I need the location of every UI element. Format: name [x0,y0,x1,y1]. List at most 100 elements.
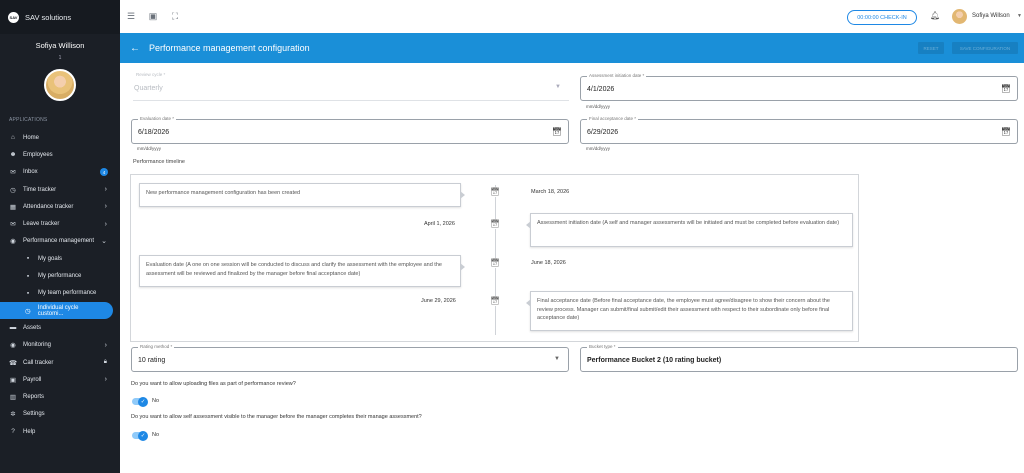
sidebar-item-settings[interactable]: ✲ Settings [0,406,120,423]
back-arrow-icon[interactable]: ← [130,43,140,54]
mail-icon: ✉ [10,221,16,229]
brand[interactable]: SAV SAV solutions [0,0,120,34]
avatar[interactable] [44,69,76,101]
calendar-icon[interactable]: 📅︎ [552,127,562,136]
sidebar-item-individual-cycle[interactable]: ◷ Individual cycle customi... [0,301,113,320]
evaluation-label: Evaluation date * [138,116,177,121]
timeline-date: April 1, 2026 [424,221,455,227]
sidebar-item-label: Help [23,428,36,435]
calendar-icon[interactable]: 📅︎ [1001,127,1011,136]
inbox-count-badge: 4 [100,168,108,177]
sidebar-item-help[interactable]: ? Help [0,423,120,440]
sidebar-item-attendance-tracker[interactable]: ▦ Attendance tracker › [0,198,120,215]
assessment-initiation-date-field[interactable]: Assessment initiation date * 4/1/2026 📅︎ [580,73,1018,101]
sidebar-item-reports[interactable]: ▥ Reports [0,388,120,405]
calendar-icon[interactable]: 📅︎ [1001,84,1011,93]
sidebar-item-call-tracker[interactable]: ☎ Call tracker 🔒︎ [0,354,120,371]
caret-down-icon[interactable]: ▼ [1017,13,1022,19]
avatar[interactable] [952,9,967,24]
sidebar-item-label: Home [23,134,40,141]
upload-files-toggle[interactable]: ✓ [132,396,148,407]
user-name: Sofiya Willison [35,41,85,50]
sidebar-item-label: Performance management [23,238,95,245]
grid-icon: ▪ [26,289,30,297]
sidebar-item-assets[interactable]: ▬ Assets [0,319,120,336]
layout-icon[interactable]: ▣ [146,11,160,22]
sidebar-item-time-tracker[interactable]: ◷ Time tracker › [0,181,120,198]
rating-method-label: Rating method * [138,344,175,349]
topbar-user-name[interactable]: Sofiya Willson [972,13,1010,19]
sidebar-item-payroll[interactable]: ▣ Payroll › [0,371,120,388]
sidebar-item-my-performance[interactable]: ▪ My performance [0,267,120,284]
question-self-assessment-visibility: Do you want to allow self assessment vis… [131,414,422,420]
review-cycle-value: Quarterly [134,85,163,92]
chevron-right-icon: › [104,186,107,194]
calendar-icon: 📅︎ [490,219,500,229]
sidebar-item-performance-management[interactable]: ◉ Performance management ⌄ [0,233,120,250]
phone-icon: ☎ [9,359,18,367]
final-acceptance-date-field[interactable]: Final acceptance date * 6/29/2026 📅︎ [580,116,1018,144]
sidebar-item-label: Assets [23,324,42,331]
chevron-right-icon: › [104,203,107,211]
evaluation-value: 6/18/2026 [138,129,170,136]
help-icon: ? [11,428,15,436]
menu-icon[interactable]: ☰ [124,11,138,22]
sidebar-item-label: Payroll [23,376,42,383]
calendar-icon: ▦ [9,203,17,211]
sidebar-item-monitoring[interactable]: ◉ Monitoring › [0,337,120,354]
evaluation-date-field[interactable]: Evaluation date * 6/18/2026 📅︎ [131,116,569,144]
sidebar-item-leave-tracker[interactable]: ✉ Leave tracker › [0,215,120,232]
evaluation-hint: mm/dd/yyyy [137,146,162,151]
page-title: Performance management configuration [149,43,310,53]
check-in-button[interactable]: 00:00:00 CHECK-IN [847,10,917,25]
timeline-event-card: New performance management configuration… [139,183,465,207]
chevron-right-icon: › [104,376,107,384]
review-cycle-select[interactable]: Review cycle * Quarterly ▼ [133,72,569,101]
self-assessment-toggle-label: No [152,432,160,438]
monitor-icon: ▬ [9,324,17,332]
user-profile: Sofiya Willison 1 [0,34,120,114]
review-cycle-label: Review cycle * [134,72,168,77]
sidebar-item-label: My team performance [38,290,97,297]
sidebar: SAV SAV solutions Sofiya Willison 1 APPL… [0,0,120,473]
final-acceptance-label: Final acceptance date * [587,116,639,121]
calendar-icon: 📅︎ [490,187,500,197]
sidebar-item-employees[interactable]: ☻ Employees [0,146,120,163]
sidebar-item-label: My performance [38,273,82,280]
final-acceptance-hint: mm/dd/yyyy [586,146,611,151]
bell-icon[interactable]: 🔔︎ [930,11,940,20]
page-header: ← Performance management configuration R… [120,33,1024,63]
brand-logo: SAV [8,11,19,23]
sidebar-item-label: Attendance tracker [23,203,74,210]
bucket-type-field[interactable]: Bucket type * Performance Bucket 2 (10 r… [580,344,1018,372]
calendar-icon: 📅︎ [490,258,500,268]
save-configuration-button[interactable]: SAVE CONFIGURATION [952,42,1018,54]
timeline-date: June 18, 2026 [531,260,566,266]
people-icon: ☻ [9,151,17,159]
top-bar: ☰ ▣ ⛶ 00:00:00 CHECK-IN 🔔︎ Sofiya Willso… [120,0,1024,34]
gear-icon: ✲ [10,411,16,419]
rating-method-select[interactable]: Rating method * 10 rating ▼ [131,344,569,372]
user-sub: 1 [58,55,62,61]
timeline-event-card: Assessment initiation date (A self and m… [526,213,853,247]
section-label: APPLICATIONS [9,117,48,123]
fullscreen-icon[interactable]: ⛶ [168,11,182,22]
sidebar-item-inbox[interactable]: ✉ Inbox 4 [0,164,120,181]
reset-button[interactable]: RESET [918,42,944,54]
sidebar-item-label: Individual cycle customi... [37,304,79,317]
lock-icon: 🔒︎ [103,359,107,365]
brand-name: SAV solutions [25,12,72,22]
sidebar-item-label: Inbox [23,169,38,176]
sidebar-item-my-goals[interactable]: ▪ My goals [0,250,120,267]
sidebar-item-my-team-performance[interactable]: ▪ My team performance [0,285,120,302]
self-assessment-visibility-toggle[interactable]: ✓ [132,430,148,441]
sidebar-item-home[interactable]: ⌂ Home [0,129,120,146]
sidebar-item-label: Monitoring [23,342,52,349]
wifi-icon: ◉ [10,238,16,246]
clock-icon: ◷ [10,186,16,194]
upload-files-toggle-label: No [152,398,160,404]
rating-method-value: 10 rating [138,357,166,364]
dropdown-arrow-icon: ▼ [555,84,561,90]
question-upload-files: Do you want to allow uploading files as … [131,381,296,387]
sidebar-item-label: Employees [23,151,53,158]
